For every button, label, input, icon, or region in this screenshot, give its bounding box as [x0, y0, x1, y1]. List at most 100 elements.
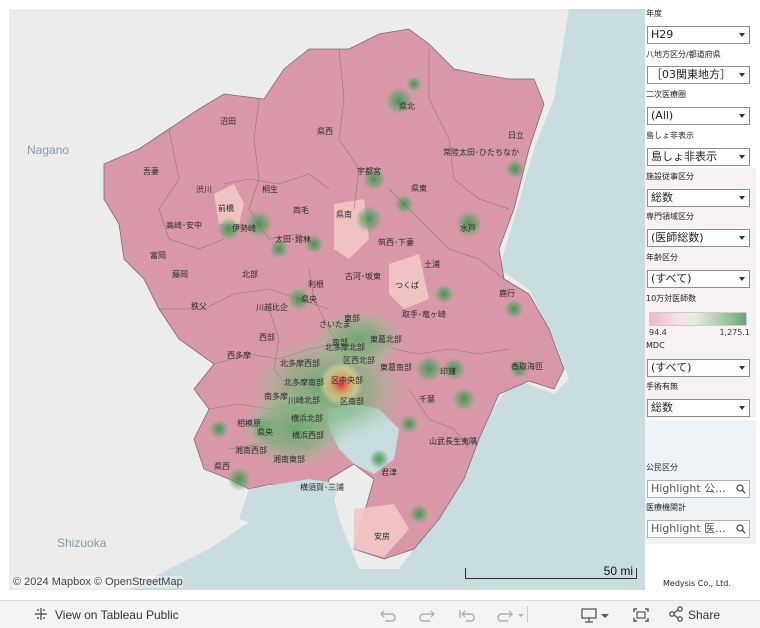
region-label-tonanbu[interactable]: 東葛南部 — [380, 362, 412, 372]
region-label-hitachiota[interactable]: 常陸太田･ひたちなか — [443, 147, 519, 157]
facility-dropdown[interactable]: 総数 — [647, 189, 750, 207]
chevron-down-icon — [739, 33, 745, 37]
region-label-kenhoku[interactable]: 県央 — [257, 427, 273, 437]
download-icon[interactable] — [580, 607, 610, 623]
region-label-agatsuma[interactable]: 吾妻 — [143, 166, 159, 176]
region-label-kiryu[interactable]: 桐生 — [262, 184, 278, 194]
region-label-shibukawa[interactable]: 渋川 — [196, 184, 212, 194]
fullscreen-icon[interactable] — [632, 607, 650, 623]
region-label-numata[interactable]: 沼田 — [220, 117, 236, 126]
chevron-down-icon — [739, 366, 745, 370]
region-label-maebashi[interactable]: 前橋 — [218, 203, 234, 213]
region-label-inba[interactable]: 印旛 — [440, 366, 456, 376]
chevron-down-icon — [739, 236, 745, 240]
island-label: 島しょ非表示 — [646, 131, 694, 140]
map-canvas[interactable]: Nagano Shizuoka 沼田 吾妻 県西 県北 日立 常陸太田･ひたちな… — [9, 9, 645, 590]
region-label-katori[interactable]: 香取海匝 — [511, 361, 543, 371]
year-dropdown[interactable]: H29 — [647, 26, 750, 44]
map-view[interactable]: Nagano Shizuoka 沼田 吾妻 県西 県北 日立 常陸太田･ひたちな… — [9, 9, 645, 590]
region-label-hokubu[interactable]: 北部 — [242, 269, 258, 279]
region-label-tomioka[interactable]: 富岡 — [150, 250, 166, 260]
region-label-kashima[interactable]: 鹿行 — [499, 288, 515, 298]
revert-icon[interactable] — [458, 607, 476, 623]
region-label-kitatamanishi[interactable]: 北多摩西部 — [280, 358, 320, 368]
search-icon — [736, 524, 746, 534]
region-label-tsuchiura[interactable]: 土浦 — [424, 259, 440, 269]
region-label-yokohamanishi[interactable]: 横浜西部 — [292, 430, 324, 440]
region-label-toride[interactable]: 取手･竜ヶ崎 — [402, 309, 446, 319]
legend-label: 10万対医師数 — [646, 294, 697, 303]
scale-label: 50 mi — [603, 564, 633, 578]
region-label-shonanwest[interactable]: 湘南西部 — [235, 445, 267, 455]
region-label-hitachi[interactable]: 日立 — [508, 130, 524, 140]
age-dropdown[interactable]: (すべて) — [647, 270, 750, 288]
region-label-isesaki[interactable]: 伊勢崎 — [232, 223, 256, 233]
island-dropdown[interactable]: 島しょ非表示 — [647, 148, 750, 166]
secondary-dropdown[interactable]: (All) — [647, 107, 750, 125]
legend-max: 1,275.1 — [719, 328, 750, 337]
age-value: (すべて) — [651, 272, 692, 285]
refresh-icon[interactable] — [496, 607, 524, 623]
region-label-kensei[interactable]: 県西 — [317, 127, 333, 136]
region-label-tobu[interactable]: 東部 — [344, 313, 360, 323]
region-label-kitatamanan[interactable]: 北多摩南部 — [284, 377, 324, 387]
region-label-chikusei[interactable]: 筑西･下妻 — [378, 237, 414, 247]
region-label-nishitama[interactable]: 西多摩 — [227, 350, 251, 360]
specialty-dropdown[interactable]: (医師総数) — [647, 229, 750, 247]
region-label-yokosuka[interactable]: 横須賀･三浦 — [300, 482, 344, 492]
hospital-highlight-input[interactable]: Highlight 医... — [647, 520, 750, 538]
region-label-ota[interactable]: 太田･館林 — [275, 234, 311, 244]
region-label-chiba[interactable]: 千葉 — [419, 394, 435, 404]
region-label-tsukuba[interactable]: つくば — [395, 281, 419, 290]
region-label-kento[interactable]: 県東 — [411, 183, 427, 193]
hospital-highlight-placeholder: Highlight 医... — [651, 522, 726, 535]
toolbar-divider — [527, 606, 528, 622]
region-label-tohokubu[interactable]: 東葛北部 — [370, 334, 402, 344]
region-label-kawagoe[interactable]: 川越比企 — [256, 302, 288, 312]
hospital-label: 医療機関計 — [646, 503, 686, 512]
region-label-awa[interactable]: 安房 — [374, 531, 390, 541]
mdc-dropdown[interactable]: (すべて) — [647, 359, 750, 377]
region-label-minamitama[interactable]: 南多摩 — [264, 391, 288, 401]
region-label-kawasakihoku[interactable]: 川崎北部 — [288, 395, 320, 405]
redo-icon[interactable] — [418, 607, 436, 623]
chevron-down-icon — [739, 277, 745, 281]
color-legend[interactable] — [649, 312, 747, 326]
region-label-tone[interactable]: 利根 — [308, 279, 324, 289]
region-label-koga[interactable]: 古河･坂東 — [345, 271, 381, 281]
region-label-seibu[interactable]: 西部 — [259, 332, 275, 342]
region-label-yokohamahoku[interactable]: 横浜北部 — [291, 413, 323, 423]
search-icon — [736, 484, 746, 494]
region-dropdown[interactable]: ［03関東地方］ — [647, 66, 750, 84]
region-label-mito[interactable]: 水戸 — [460, 223, 476, 233]
island-value: 島しょ非表示 — [651, 150, 717, 163]
region-label-ryomo[interactable]: 両毛 — [293, 205, 309, 215]
region-label-chichibu[interactable]: 秩父 — [191, 301, 207, 311]
share-button[interactable]: Share — [668, 606, 720, 622]
region-label-sagamihara[interactable]: 相模原 — [237, 418, 261, 428]
region-label-kenou[interactable]: 県央 — [301, 294, 317, 304]
undo-icon[interactable] — [379, 607, 397, 623]
tableau-logo-icon — [35, 608, 47, 620]
view-on-tableau-link[interactable]: View on Tableau Public — [33, 606, 179, 622]
region-label-kenpoku[interactable]: 県北 — [399, 102, 415, 111]
region-label-kennan[interactable]: 県南 — [336, 209, 352, 219]
region-label-shonaneast[interactable]: 湘南東部 — [273, 454, 305, 464]
region-label-chubu[interactable]: 区中央部 — [331, 375, 363, 385]
region-label-kensei2[interactable]: 県西 — [214, 462, 230, 471]
tableau-toolbar: View on Tableau Public Share — [0, 600, 760, 628]
region-label-sanbu[interactable]: 山武長生夷隅 — [429, 436, 477, 446]
chevron-down-icon — [739, 196, 745, 200]
year-value: H29 — [651, 28, 674, 41]
public-highlight-input[interactable]: Highlight 公... — [647, 480, 750, 498]
region-label-kimitsu[interactable]: 君津 — [381, 467, 397, 477]
region-label-kunanbu[interactable]: 区南部 — [340, 396, 364, 406]
region-label-fujioka[interactable]: 藤岡 — [172, 269, 188, 279]
region-label-takasaki[interactable]: 高崎･安中 — [166, 220, 202, 230]
map-attribution[interactable]: © 2024 Mapbox © OpenStreetMap — [13, 576, 183, 588]
region-label-kubuhoku[interactable]: 区西北部 — [343, 355, 375, 365]
region-label-utsunomiya[interactable]: 宇都宮 — [357, 166, 381, 176]
region-label-kitatamakita[interactable]: 北多摩北部 — [325, 342, 365, 352]
surgery-dropdown[interactable]: 総数 — [647, 399, 750, 417]
chevron-down-icon — [739, 114, 745, 118]
